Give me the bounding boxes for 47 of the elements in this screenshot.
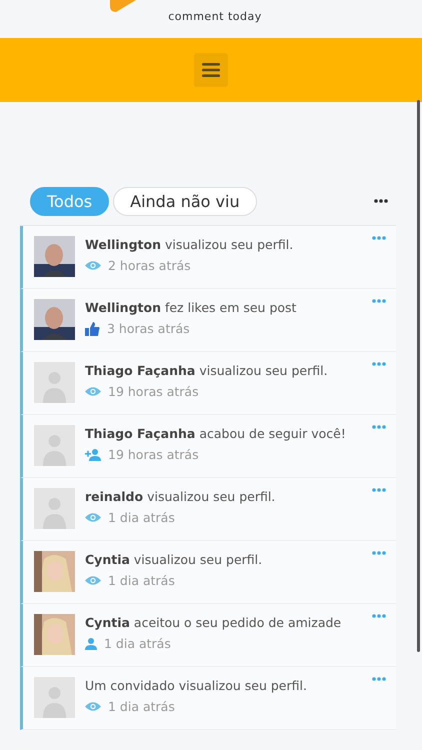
more-icon [374,199,388,203]
options-icon [372,551,386,555]
notification-text: Wellington visualizou seu perfil. [85,237,294,252]
notification-text: Cyntia aceitou o seu pedido de amizade [85,615,342,630]
notification-time: 1 dia atrás [108,699,175,714]
notification-time: 19 horas atrás [108,384,199,399]
person-add-icon [85,448,101,460]
eye-icon [85,701,101,712]
notification-time: 3 horas atrás [107,321,190,336]
thumbs-up-icon [85,322,100,336]
logo-tagline: comment today [168,10,262,23]
notification-text: reinaldo visualizou seu perfil. [85,489,276,504]
options-icon [372,236,386,240]
eye-icon [85,260,101,271]
notification-text: Thiago Façanha acabou de seguir você! [85,426,347,441]
options-icon [372,299,386,303]
notification-item[interactable]: Wellington fez likes em seu post 3 horas atrás [20,289,396,352]
logo-icon [110,0,136,12]
more-button[interactable] [374,199,388,203]
menu-icon [202,63,220,77]
eye-icon [85,512,101,523]
notification-time: 19 horas atrás [108,447,199,462]
notification-item[interactable]: Um convidado visualizou seu perfil. 1 dia atrás [20,667,396,730]
options-icon [372,488,386,492]
notification-item[interactable]: Wellington visualizou seu perfil. 2 horas atrás [20,226,396,289]
notification-text: Thiago Façanha visualizou seu perfil. [85,363,329,378]
notification-text: Um convidado visualizou seu perfil. [85,678,308,693]
notification-item[interactable]: Thiago Façanha visualizou seu perfil. 19 horas atrás [20,352,396,415]
notification-item[interactable]: Thiago Façanha acabou de seguir você! 19 horas atrás [20,415,396,478]
notification-item[interactable]: Cyntia aceitou o seu pedido de amizade 1 dia atrás [20,604,396,667]
notification-time: 2 horas atrás [108,258,191,273]
person-icon [85,638,97,650]
options-icon [372,362,386,366]
menu-button[interactable] [194,53,228,87]
eye-icon [85,386,101,397]
options-icon [372,614,386,618]
notification-time: 1 dia atrás [108,573,175,588]
notification-item[interactable]: Cyntia visualizou seu perfil. 1 dia atrás [20,541,396,604]
options-icon [372,677,386,681]
eye-icon [85,575,101,586]
filter-tab[interactable]: Ainda não viu [113,186,257,216]
notification-time: 1 dia atrás [104,636,171,651]
notification-text: Cyntia visualizou seu perfil. [85,552,264,567]
notification-text: Wellington fez likes em seu post [85,300,298,315]
options-icon [372,425,386,429]
notification-time: 1 dia atrás [108,510,175,525]
notification-item[interactable]: reinaldo visualizou seu perfil. 1 dia atrás [20,478,396,541]
